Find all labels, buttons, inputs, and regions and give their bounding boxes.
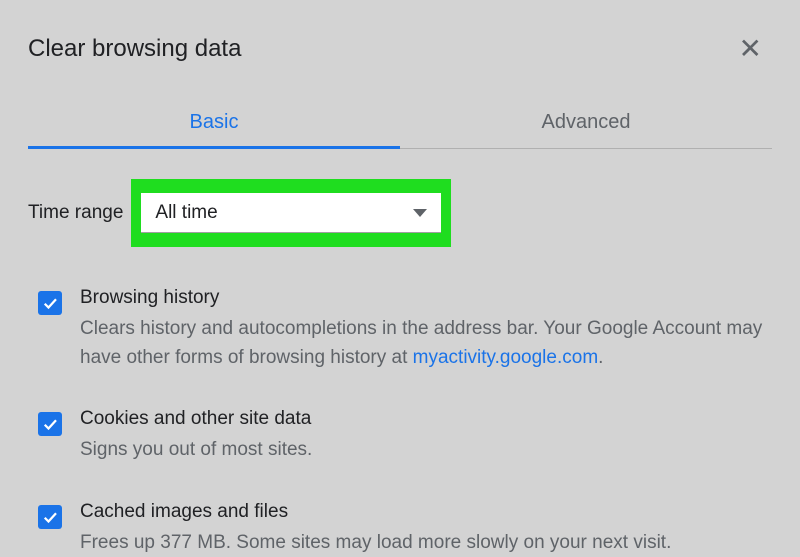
item-content: Cached images and files Frees up 377 MB.… [80,501,772,557]
tab-advanced[interactable]: Advanced [400,97,772,148]
tab-basic[interactable]: Basic [28,97,400,148]
check-icon [41,294,59,312]
time-range-value: All time [155,202,217,224]
item-browsing-history: Browsing history Clears history and auto… [28,287,772,372]
item-content: Browsing history Clears history and auto… [80,287,772,372]
item-title: Browsing history [80,287,772,309]
check-icon [41,415,59,433]
close-icon[interactable]: ✕ [729,28,772,69]
time-range-label: Time range [28,202,123,224]
time-range-row: Time range All time [28,179,772,247]
item-title: Cookies and other site data [80,408,772,430]
dialog-header: Clear browsing data ✕ [28,10,772,97]
tab-advanced-label: Advanced [542,111,631,133]
check-icon [41,508,59,526]
item-cookies: Cookies and other site data Signs you ou… [28,408,772,465]
tab-basic-label: Basic [190,111,239,133]
item-desc: Clears history and autocompletions in th… [80,315,772,372]
clear-browsing-data-dialog: Clear browsing data ✕ Basic Advanced Tim… [0,0,800,557]
time-range-select[interactable]: All time [141,193,441,233]
dialog-title: Clear browsing data [28,35,241,63]
highlight-box: All time [131,179,451,247]
item-title: Cached images and files [80,501,772,523]
item-desc: Signs you out of most sites. [80,436,772,465]
checkbox-browsing-history[interactable] [38,291,62,315]
item-desc: Frees up 377 MB. Some sites may load mor… [80,529,772,557]
dialog-content: Time range All time Browsing history Cle… [28,149,772,557]
item-cached: Cached images and files Frees up 377 MB.… [28,501,772,557]
checkbox-cookies[interactable] [38,412,62,436]
desc-suffix: . [598,347,603,368]
chevron-down-icon [413,209,427,217]
tab-bar: Basic Advanced [28,97,772,149]
checkbox-cached[interactable] [38,505,62,529]
item-content: Cookies and other site data Signs you ou… [80,408,772,465]
myactivity-link[interactable]: myactivity.google.com [413,347,599,368]
